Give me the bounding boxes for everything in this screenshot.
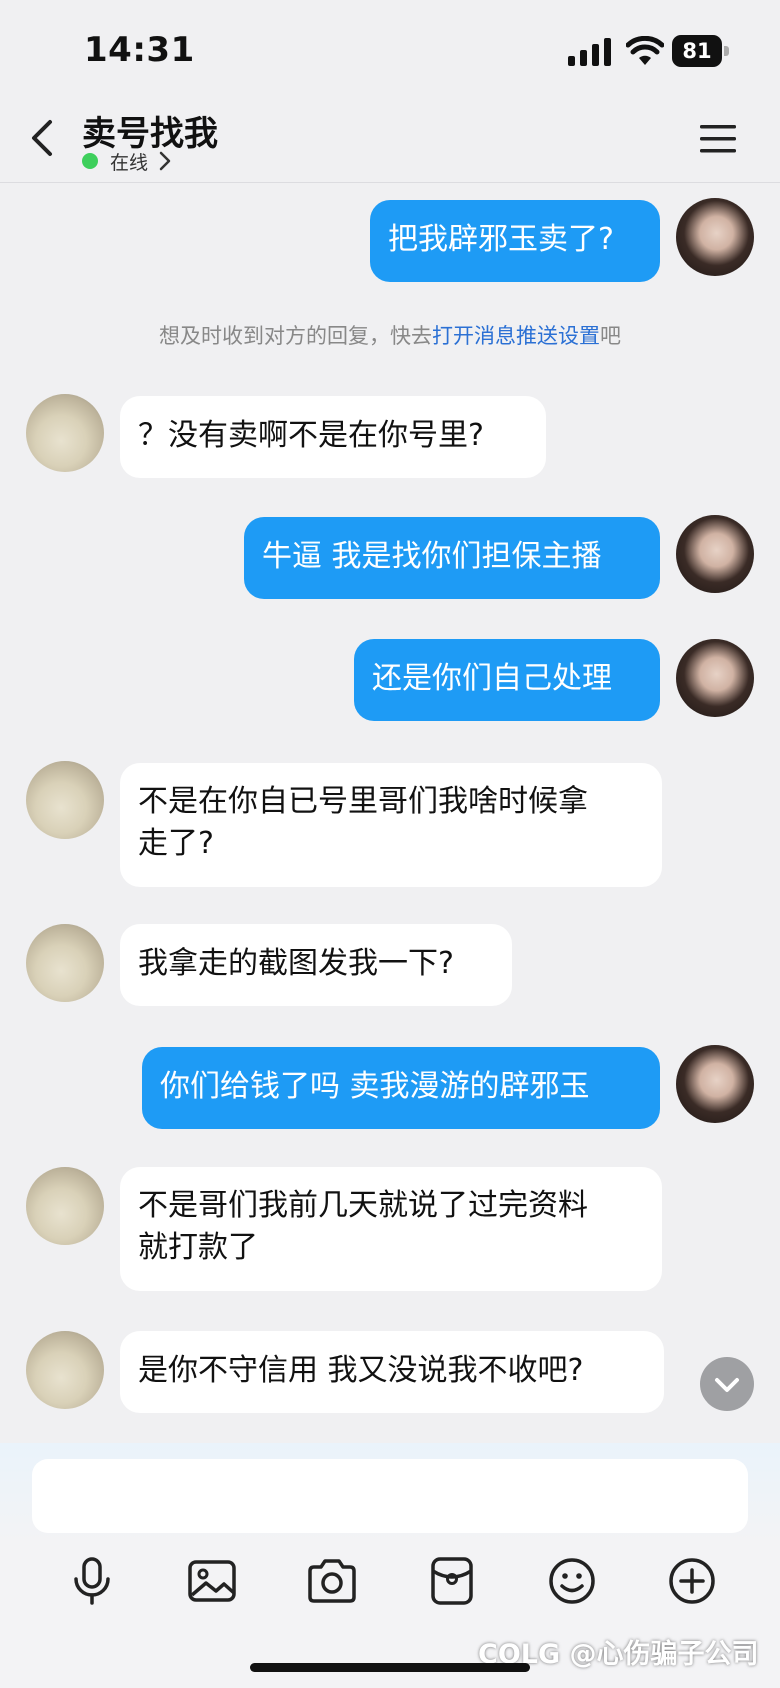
my-avatar[interactable] bbox=[676, 515, 754, 593]
camera-icon[interactable] bbox=[304, 1553, 360, 1609]
message-text: 不是在你自已号里哥们我啥时候拿 bbox=[138, 784, 588, 819]
message-bubble-sent[interactable]: 你们给钱了吗 卖我漫游的辟邪玉 bbox=[142, 1047, 660, 1129]
message-text: 牛逼 我是找你们担保主播 bbox=[262, 539, 602, 574]
battery-level: 81 bbox=[682, 39, 712, 63]
back-icon[interactable] bbox=[26, 116, 60, 160]
contact-avatar[interactable] bbox=[26, 924, 104, 1002]
image-icon[interactable] bbox=[184, 1553, 240, 1609]
message-input[interactable] bbox=[32, 1459, 748, 1533]
contact-avatar[interactable] bbox=[26, 1331, 104, 1409]
message-bubble-sent[interactable]: 还是你们自己处理 bbox=[354, 639, 660, 721]
emoji-icon[interactable] bbox=[544, 1553, 600, 1609]
message-text: 是你不守信用 我又没说我不收吧? bbox=[138, 1353, 584, 1388]
notice-suffix: 吧 bbox=[600, 324, 621, 348]
presence-label: 在线 bbox=[110, 151, 149, 174]
message-row: 牛逼 我是找你们担保主播 bbox=[0, 515, 780, 599]
chevron-right-icon bbox=[159, 151, 171, 171]
message-row: 你们给钱了吗 卖我漫游的辟邪玉 bbox=[0, 1045, 780, 1129]
contact-avatar[interactable] bbox=[26, 1167, 104, 1245]
menu-icon[interactable] bbox=[698, 122, 738, 156]
message-bubble-received[interactable]: 不是在你自已号里哥们我啥时候拿 走了? bbox=[120, 763, 662, 887]
message-text: 就打款了 bbox=[138, 1230, 258, 1265]
message-text: 还是你们自己处理 bbox=[372, 661, 612, 696]
message-text: 你们给钱了吗 卖我漫游的辟邪玉 bbox=[160, 1069, 590, 1104]
my-avatar[interactable] bbox=[676, 639, 754, 717]
notice-text: 想及时收到对方的回复，快去 bbox=[159, 324, 432, 348]
message-text: 不是哥们我前几天就说了过完资料 bbox=[138, 1188, 588, 1223]
status-time: 14:31 bbox=[84, 30, 195, 70]
contact-avatar[interactable] bbox=[26, 761, 104, 839]
red-packet-icon[interactable] bbox=[424, 1553, 480, 1609]
microphone-icon[interactable] bbox=[64, 1553, 120, 1609]
scroll-to-bottom-button[interactable] bbox=[700, 1357, 754, 1411]
my-avatar[interactable] bbox=[676, 198, 754, 276]
contact-avatar[interactable] bbox=[26, 394, 104, 472]
push-settings-notice: 想及时收到对方的回复，快去打开消息推送设置吧 bbox=[0, 320, 780, 350]
message-bubble-received[interactable]: ？没有卖啊不是在你号里? bbox=[120, 396, 546, 478]
signal-icon bbox=[568, 38, 611, 66]
presence-status[interactable]: 在线 bbox=[82, 148, 172, 174]
message-bubble-received[interactable]: 是你不守信用 我又没说我不收吧? bbox=[120, 1331, 664, 1413]
message-row: 不是在你自已号里哥们我啥时候拿 走了? bbox=[0, 761, 780, 887]
message-bubble-sent[interactable]: 牛逼 我是找你们担保主播 bbox=[244, 517, 660, 599]
push-settings-link[interactable]: 打开消息推送设置 bbox=[432, 324, 600, 348]
message-row: 还是你们自己处理 bbox=[0, 639, 780, 723]
chat-header: 卖号找我 在线 bbox=[0, 100, 780, 183]
message-text: ？没有卖啊不是在你号里? bbox=[138, 418, 484, 453]
my-avatar[interactable] bbox=[676, 1045, 754, 1123]
message-row: ？没有卖啊不是在你号里? bbox=[0, 394, 780, 478]
wifi-icon bbox=[626, 36, 664, 65]
status-bar: 14:31 81 bbox=[0, 0, 780, 100]
message-text: 把我辟邪玉卖了? bbox=[388, 222, 614, 257]
message-row: 是你不守信用 我又没说我不收吧? bbox=[0, 1331, 780, 1415]
plus-icon[interactable] bbox=[664, 1553, 720, 1609]
message-row: 不是哥们我前几天就说了过完资料 就打款了 bbox=[0, 1167, 780, 1291]
chevron-down-icon bbox=[715, 1378, 739, 1392]
message-list[interactable]: 把我辟邪玉卖了? 想及时收到对方的回复，快去打开消息推送设置吧 ？没有卖啊不是在… bbox=[0, 183, 780, 1443]
message-row: 把我辟邪玉卖了? bbox=[0, 198, 780, 282]
message-bubble-received[interactable]: 我拿走的截图发我一下? bbox=[120, 924, 512, 1006]
battery-icon: 81 bbox=[672, 35, 730, 67]
message-text: 走了? bbox=[138, 826, 214, 861]
message-bubble-received[interactable]: 不是哥们我前几天就说了过完资料 就打款了 bbox=[120, 1167, 662, 1291]
home-indicator bbox=[250, 1663, 530, 1672]
message-bubble-sent[interactable]: 把我辟邪玉卖了? bbox=[370, 200, 660, 282]
message-row: 我拿走的截图发我一下? bbox=[0, 924, 780, 1008]
message-text: 我拿走的截图发我一下? bbox=[138, 946, 454, 981]
composer-toolbar bbox=[0, 1553, 780, 1633]
online-dot-icon bbox=[82, 153, 98, 169]
